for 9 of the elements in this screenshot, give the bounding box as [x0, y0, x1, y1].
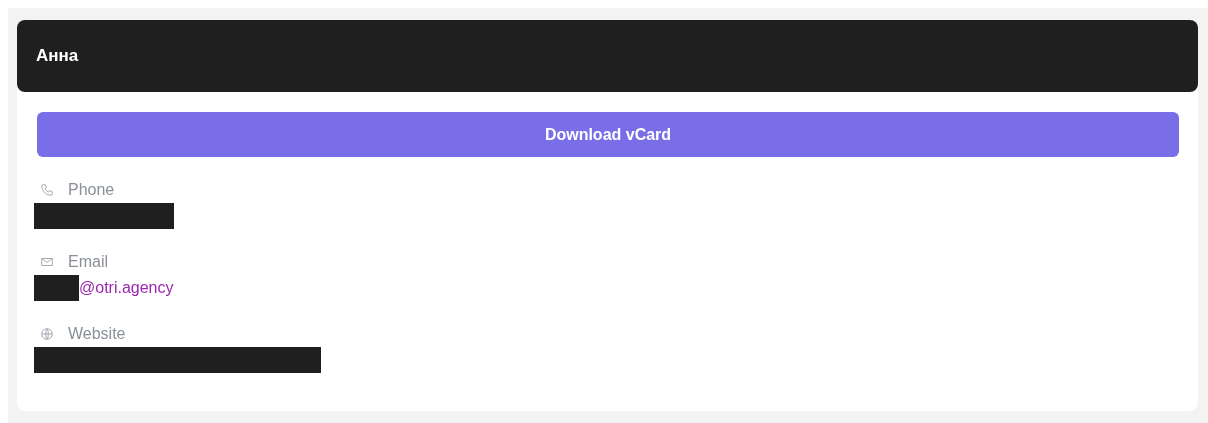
field-label: Phone: [68, 181, 115, 199]
contact-name: Анна: [36, 46, 79, 66]
phone-icon: [40, 183, 54, 197]
download-button[interactable]: Download vCard: [37, 112, 1179, 157]
field-label: Email: [68, 253, 108, 271]
email-link[interactable]: @otri.agency: [79, 279, 174, 297]
field-label: Website: [68, 325, 126, 343]
globe-icon: [40, 327, 54, 341]
envelope-icon: [40, 255, 54, 269]
